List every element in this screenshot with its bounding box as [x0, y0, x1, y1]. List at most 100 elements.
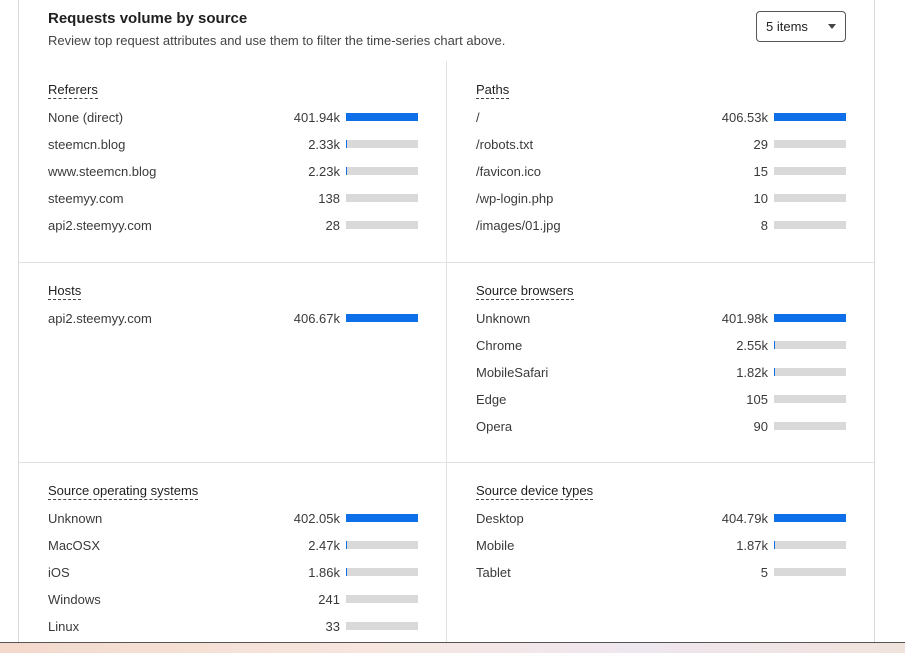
attribute-list: api2.steemyy.com 406.67k — [48, 311, 418, 338]
volume-bar — [346, 140, 418, 148]
attribute-row[interactable]: www.steemcn.blog 2.23k — [48, 164, 418, 191]
volume-bar — [774, 314, 846, 322]
attribute-label: api2.steemyy.com — [48, 218, 152, 233]
volume-bar — [774, 167, 846, 175]
attribute-count: 5 — [760, 565, 768, 580]
attribute-count: 241 — [318, 592, 340, 607]
attribute-label: steemyy.com — [48, 191, 124, 206]
caret-down-icon — [828, 24, 836, 29]
attribute-row[interactable]: MacOSX 2.47k — [48, 538, 418, 565]
section-title[interactable]: Referers — [48, 82, 98, 99]
attribute-label: Unknown — [48, 511, 103, 526]
attribute-count: 29 — [753, 137, 768, 152]
volume-bar — [774, 221, 846, 229]
volume-bar — [346, 221, 418, 229]
attribute-list: Unknown 402.05k MacOSX 2.47k iOS 1.86k Windows… — [48, 511, 418, 646]
attribute-row[interactable]: Windows 241 — [48, 592, 418, 619]
attribute-row[interactable]: Unknown 401.98k — [476, 311, 846, 338]
volume-bar — [346, 167, 418, 175]
attribute-row[interactable]: /favicon.ico 15 — [476, 164, 846, 191]
attribute-label: /robots.txt — [476, 137, 534, 152]
volume-bar — [346, 113, 418, 121]
volume-bar-fill — [346, 140, 347, 148]
card-header: Requests volume by source Review top req… — [48, 10, 505, 48]
card-title: Requests volume by source — [48, 10, 248, 27]
attribute-row[interactable]: /images/01.jpg 8 — [476, 218, 846, 245]
attribute-label: steemcn.blog — [48, 137, 126, 152]
volume-bar — [346, 622, 418, 630]
attribute-row[interactable]: api2.steemyy.com 28 — [48, 218, 418, 245]
attribute-row[interactable]: Unknown 402.05k — [48, 511, 418, 538]
volume-bar — [774, 422, 846, 430]
attribute-count: 10 — [753, 191, 768, 206]
attribute-row[interactable]: Opera 90 — [476, 419, 846, 446]
attribute-label: /favicon.ico — [476, 164, 542, 179]
attribute-label: MobileSafari — [476, 365, 549, 380]
section-source-browsers: Source browsers Unknown 401.98k Chrome 2.55k… — [476, 282, 846, 446]
attribute-list: None (direct) 401.94k steemcn.blog 2.33k www… — [48, 110, 418, 245]
attribute-count: 2.47k — [308, 538, 340, 553]
attribute-row[interactable]: Desktop 404.79k — [476, 511, 846, 538]
attribute-count: 138 — [318, 191, 340, 206]
taskbar-strip — [0, 642, 905, 653]
attribute-row[interactable]: Tablet 5 — [476, 565, 846, 592]
attribute-row[interactable]: Mobile 1.87k — [476, 538, 846, 565]
attribute-row[interactable]: Edge 105 — [476, 392, 846, 419]
attribute-row[interactable]: iOS 1.86k — [48, 565, 418, 592]
attribute-row[interactable]: /robots.txt 29 — [476, 137, 846, 164]
volume-bar-fill — [346, 167, 347, 175]
attribute-row[interactable]: /wp-login.php 10 — [476, 191, 846, 218]
attribute-label: Tablet — [476, 565, 511, 580]
items-count-value: 5 items — [766, 19, 808, 34]
attribute-label: api2.steemyy.com — [48, 311, 152, 326]
attribute-list: Desktop 404.79k Mobile 1.87k Tablet 5 — [476, 511, 846, 592]
attribute-row[interactable]: / 406.53k — [476, 110, 846, 137]
section-title[interactable]: Hosts — [48, 283, 82, 300]
volume-bar — [774, 113, 846, 121]
column-divider — [446, 61, 447, 646]
attribute-label: iOS — [48, 565, 70, 580]
volume-bar-fill — [774, 368, 775, 376]
volume-bar — [774, 395, 846, 403]
card-subtitle: Review top request attributes and use th… — [48, 33, 506, 48]
section-title[interactable]: Source device types — [476, 483, 594, 500]
volume-bar-fill — [774, 314, 846, 322]
volume-bar-fill — [346, 541, 347, 549]
volume-bar — [774, 140, 846, 148]
volume-bar — [774, 341, 846, 349]
attribute-row[interactable]: api2.steemyy.com 406.67k — [48, 311, 418, 338]
row-divider-2 — [19, 462, 874, 463]
volume-bar — [346, 514, 418, 522]
volume-bar — [346, 314, 418, 322]
attribute-count: 406.53k — [721, 110, 768, 125]
attribute-count: 2.33k — [308, 137, 340, 152]
attribute-count: 33 — [325, 619, 340, 634]
attribute-label: Mobile — [476, 538, 515, 553]
attribute-row[interactable]: steemcn.blog 2.33k — [48, 137, 418, 164]
volume-bar-fill — [346, 568, 347, 576]
attribute-label: MacOSX — [48, 538, 101, 553]
volume-bar — [346, 595, 418, 603]
section-title[interactable]: Source operating systems — [48, 483, 199, 500]
attribute-row[interactable]: None (direct) 401.94k — [48, 110, 418, 137]
attribute-count: 8 — [760, 218, 768, 233]
section-title[interactable]: Paths — [476, 82, 510, 99]
section-title[interactable]: Source browsers — [476, 283, 574, 300]
attribute-count: 1.86k — [308, 565, 340, 580]
volume-bar-fill — [346, 514, 418, 522]
section-referers: Referers None (direct) 401.94k steemcn.blog… — [48, 81, 418, 245]
attribute-count: 2.23k — [308, 164, 340, 179]
volume-bar — [346, 194, 418, 202]
row-divider-1 — [19, 262, 874, 263]
volume-bar — [774, 541, 846, 549]
attribute-row[interactable]: Chrome 2.55k — [476, 338, 846, 365]
attribute-row[interactable]: MobileSafari 1.82k — [476, 365, 846, 392]
items-count-select[interactable]: 5 items — [756, 11, 846, 42]
volume-bar-fill — [774, 341, 775, 349]
attribute-label: Unknown — [476, 311, 531, 326]
attribute-count: 401.98k — [721, 311, 768, 326]
volume-bar — [774, 368, 846, 376]
attribute-list: Unknown 401.98k Chrome 2.55k MobileSafari 1.8… — [476, 311, 846, 446]
attribute-label: Edge — [476, 392, 507, 407]
attribute-row[interactable]: steemyy.com 138 — [48, 191, 418, 218]
